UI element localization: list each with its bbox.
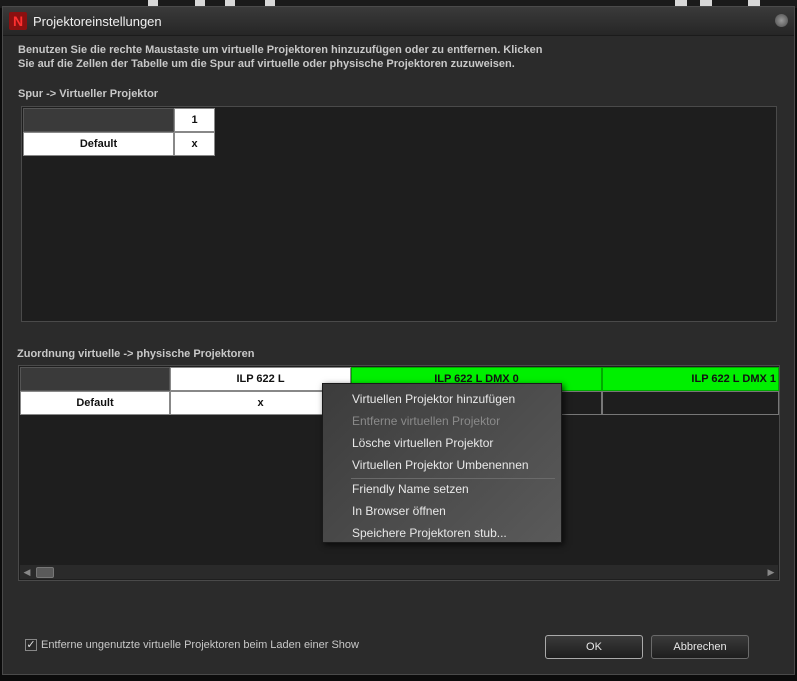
menu-item-set-friendly-name[interactable]: Friendly Name setzen [352,482,469,496]
menu-item-save-projectors-stub[interactable]: Speichere Projektoren stub... [352,526,507,540]
remove-unused-label: Entferne ungenutzte virtuelle Projektore… [41,639,359,651]
column-header-ilp-622-l-dmx-1[interactable]: ILP 622 L DMX 1 [602,367,779,391]
assignment-cell[interactable]: x [174,132,215,156]
mapping-section-label: Zuordnung virtuelle -> physische Projekt… [17,348,255,360]
menu-item-remove-virtual-projector[interactable]: Entferne virtuellen Projektor [352,414,500,428]
row-header-default[interactable]: Default [20,391,170,415]
menu-item-rename-virtual-projector[interactable]: Virtuellen Projektor Umbenennen [352,458,529,472]
table-corner-cell [23,108,174,132]
instructions-text: Benutzen Sie die rechte Maustaste um vir… [18,43,718,71]
projector-settings-dialog: N Projektoreinstellungen Benutzen Sie di… [2,6,795,675]
column-header-1[interactable]: 1 [174,108,215,132]
close-icon[interactable] [775,14,788,27]
scroll-right-icon[interactable]: ▶ [766,567,776,577]
track-section-label: Spur -> Virtueller Projektor [18,88,159,100]
assignment-cell[interactable] [602,391,779,415]
scroll-left-icon[interactable]: ◀ [22,567,32,577]
menu-separator [351,478,555,479]
horizontal-scrollbar[interactable]: ◀ ▶ [20,565,778,579]
context-menu: Virtuellen Projektor hinzufügen Entferne… [322,383,562,543]
menu-item-delete-virtual-projector[interactable]: Lösche virtuellen Projektor [352,436,493,450]
table-corner-cell [20,367,170,391]
title-bar[interactable]: N Projektoreinstellungen [3,7,794,36]
instructions-line-2: Sie auf die Zellen der Tabelle um die Sp… [18,58,515,70]
ok-button[interactable]: OK [545,635,643,659]
window-title: Projektoreinstellungen [33,14,162,29]
app-logo-icon: N [9,12,27,30]
track-to-virtual-table: 1 Default x [21,106,777,322]
menu-item-open-in-browser[interactable]: In Browser öffnen [352,504,446,518]
cancel-button[interactable]: Abbrechen [651,635,749,659]
scrollbar-thumb[interactable] [36,567,54,578]
row-header-default[interactable]: Default [23,132,174,156]
menu-item-add-virtual-projector[interactable]: Virtuellen Projektor hinzufügen [352,392,515,406]
remove-unused-checkbox[interactable]: ✓ [25,639,37,651]
instructions-line-1: Benutzen Sie die rechte Maustaste um vir… [18,44,543,56]
